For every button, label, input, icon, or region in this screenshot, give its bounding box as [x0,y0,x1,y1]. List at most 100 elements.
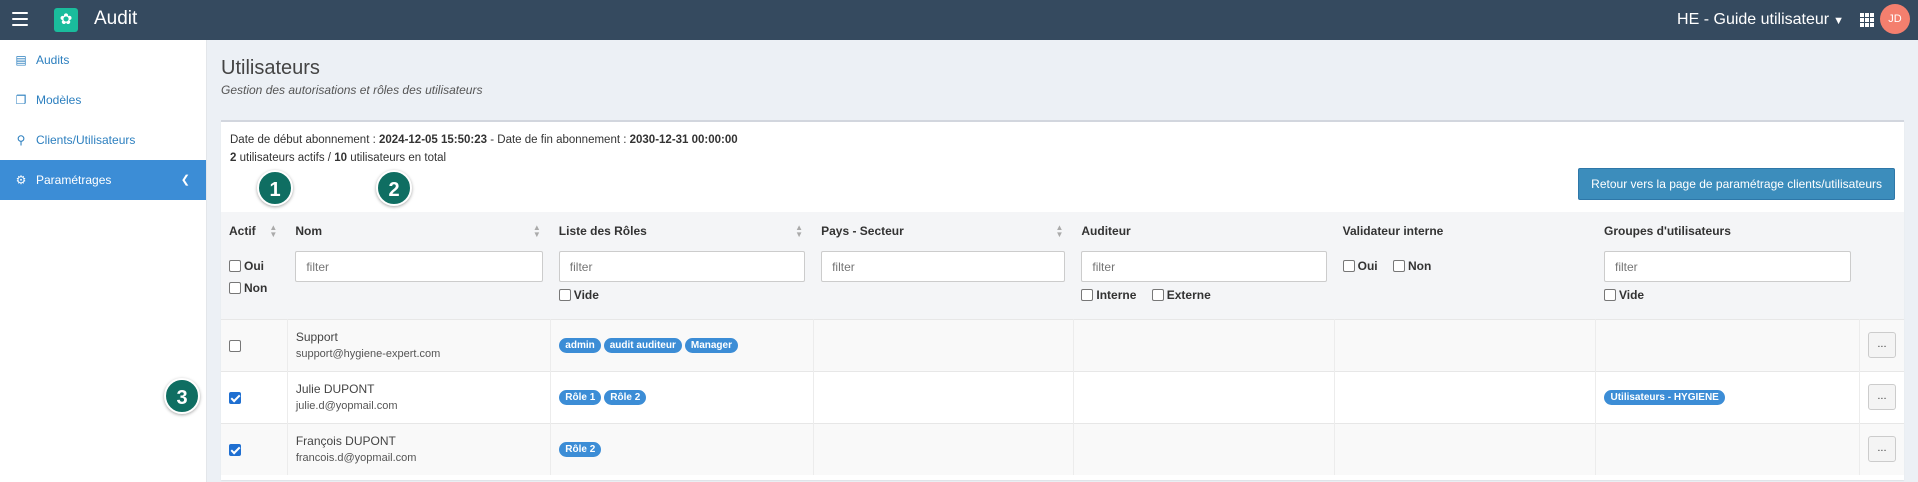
cell-actif [221,319,288,371]
cell-validateur [1334,423,1597,475]
user-email: francois.d@yopmail.com [295,452,417,465]
filter-externe[interactable]: Externe [1151,288,1211,302]
cell-nom: Support support@hygiene-expert.com [287,319,552,371]
col-roles[interactable]: Liste des Rôles ▲ ▼ [550,212,814,249]
avatar[interactable]: JD [1880,4,1910,34]
end-label: - Date de fin abonnement : [490,134,627,146]
hamburger-menu-icon[interactable] [12,12,28,26]
cell-auditeur [1073,423,1336,475]
checkbox[interactable] [229,260,241,272]
active-checkbox[interactable] [229,391,241,404]
sidebar-item-modeles[interactable]: ❐ Modèles [0,80,206,120]
filter-interne[interactable]: Interne [1081,288,1136,302]
role-badge: Rôle 2 [604,390,647,405]
table-row: François DUPONT francois.d@yopmail.com Rô… [221,423,1904,475]
filter-actif: Oui Non [221,249,288,319]
org-selector[interactable]: HE - Guide utilisateur ▼ [1677,11,1844,29]
sidebar-item-clients[interactable]: ⚲ Clients/Utilisateurs [0,120,206,160]
cell-validateur [1334,371,1597,423]
active-label: utilisateurs actifs / [239,152,332,164]
start-date: 2024-12-05 15:50:23 [378,134,488,146]
checkbox[interactable] [1081,289,1094,301]
sort-icon: ▲ ▼ [532,223,541,239]
filter-roles-vide[interactable]: Vide [558,288,599,302]
filter-roles-input[interactable] [558,251,806,282]
more-button[interactable]: ... [1867,332,1896,358]
filter-non[interactable]: Non [229,281,267,295]
table-row: Support support@hygiene-expert.com admin a… [221,319,1904,371]
annotation-marker: 2 [376,170,412,206]
col-pays[interactable]: Pays - Secteur ▲ ▼ [813,212,1074,249]
active-checkbox[interactable] [229,339,241,352]
checkbox[interactable] [558,289,571,301]
active-checkbox[interactable] [229,444,241,457]
filter-actions [1859,249,1904,319]
checkbox[interactable] [1342,260,1355,272]
checkbox[interactable] [1151,289,1164,301]
apps-grid-icon[interactable] [1860,13,1874,27]
col-label: Nom [295,223,322,238]
sidebar-item-label: Paramétrages [36,173,112,187]
more-button[interactable]: ... [1867,384,1896,410]
sidebar-item-parametrages[interactable]: ⚙ Paramétrages ❮ [0,160,206,200]
filter-nom-input[interactable] [295,251,543,282]
filter-externe-label: Externe [1166,288,1211,302]
filter-auditeur-input[interactable] [1081,251,1327,282]
chevron-left-icon: ❮ [180,174,190,186]
more-button[interactable]: ... [1867,436,1896,463]
app-title: Audit [94,8,138,29]
filter-non-label: Non [1407,259,1432,273]
end-date: 2030-12-31 00:00:00 [629,134,738,146]
col-validateur: Validateur interne [1334,212,1596,249]
filter-oui-label: Oui [1357,259,1378,273]
filter-validateur-oui[interactable]: Oui [1342,259,1378,273]
filter-oui-label: Oui [244,259,264,273]
role-badge: Manager [684,338,738,353]
cell-groupes [1595,319,1860,371]
cell-pays [813,423,1074,475]
sidebar-item-audits[interactable]: ▤ Audits [0,40,206,80]
filter-non-label: Non [244,281,268,295]
top-navbar: ✿ Audit HE - Guide utilisateur ▼ JD [0,0,1918,40]
page-title: Utilisateurs [221,57,320,79]
total-count: 10 [334,152,348,164]
filter-pays-input[interactable] [821,251,1066,282]
checkbox[interactable] [1392,260,1405,272]
return-button[interactable]: Retour vers la page de paramétrage clien… [1578,168,1895,200]
subscription-dates: Date de début abonnement : 2024-12-05 15… [230,134,738,146]
col-actif[interactable]: Actif ▲ ▼ [221,212,288,249]
filter-validateur: Oui Non [1334,249,1596,319]
filter-groupes-input[interactable] [1603,251,1852,282]
filter-groupes-vide[interactable]: Vide [1603,288,1644,302]
col-label: Pays - Secteur [821,223,904,238]
cell-roles: Rôle 2 [550,423,814,475]
checkbox[interactable] [1603,289,1616,301]
checkbox[interactable] [229,282,241,294]
users-table-body: Support support@hygiene-expert.com admin a… [221,319,1904,475]
filter-pays [813,249,1074,319]
cell-actions: ... [1859,319,1904,371]
user-name: Julie DUPONT [295,382,375,396]
sort-icon: ▲ ▼ [1055,223,1064,239]
user-name: Support [295,330,338,344]
table-row: Julie DUPONT julie.d@yopmail.com Rôle 1 Rô… [221,371,1904,423]
sort-icon: ▲ ▼ [269,223,278,239]
filter-oui[interactable]: Oui [229,259,264,273]
annotation-marker: 1 [257,170,293,206]
start-label: Date de début abonnement : [230,134,376,146]
user-counts: 2 utilisateurs actifs / 10 utilisateurs … [230,152,446,164]
cogs-icon: ⚙ [15,173,27,187]
sort-icon: ▲ ▼ [795,223,804,239]
cell-roles: Rôle 1 Rôle 2 [550,371,814,423]
annotation-marker: 3 [164,378,200,414]
cell-groupes: Utilisateurs - HYGIENE [1595,371,1860,423]
col-label: Auditeur [1081,223,1131,238]
col-label: Liste des Rôles [558,223,647,238]
sidebar: ▤ Audits ❐ Modèles ⚲ Clients/Utilisateurs ⚙… [0,40,207,482]
filter-validateur-non[interactable]: Non [1392,259,1432,273]
cell-nom: Julie DUPONT julie.d@yopmail.com [287,371,552,423]
col-nom[interactable]: Nom ▲ ▼ [287,212,551,249]
cell-roles: admin audit auditeur Manager [550,319,814,371]
cell-actif [221,371,288,423]
col-auditeur: Auditeur [1073,212,1335,249]
